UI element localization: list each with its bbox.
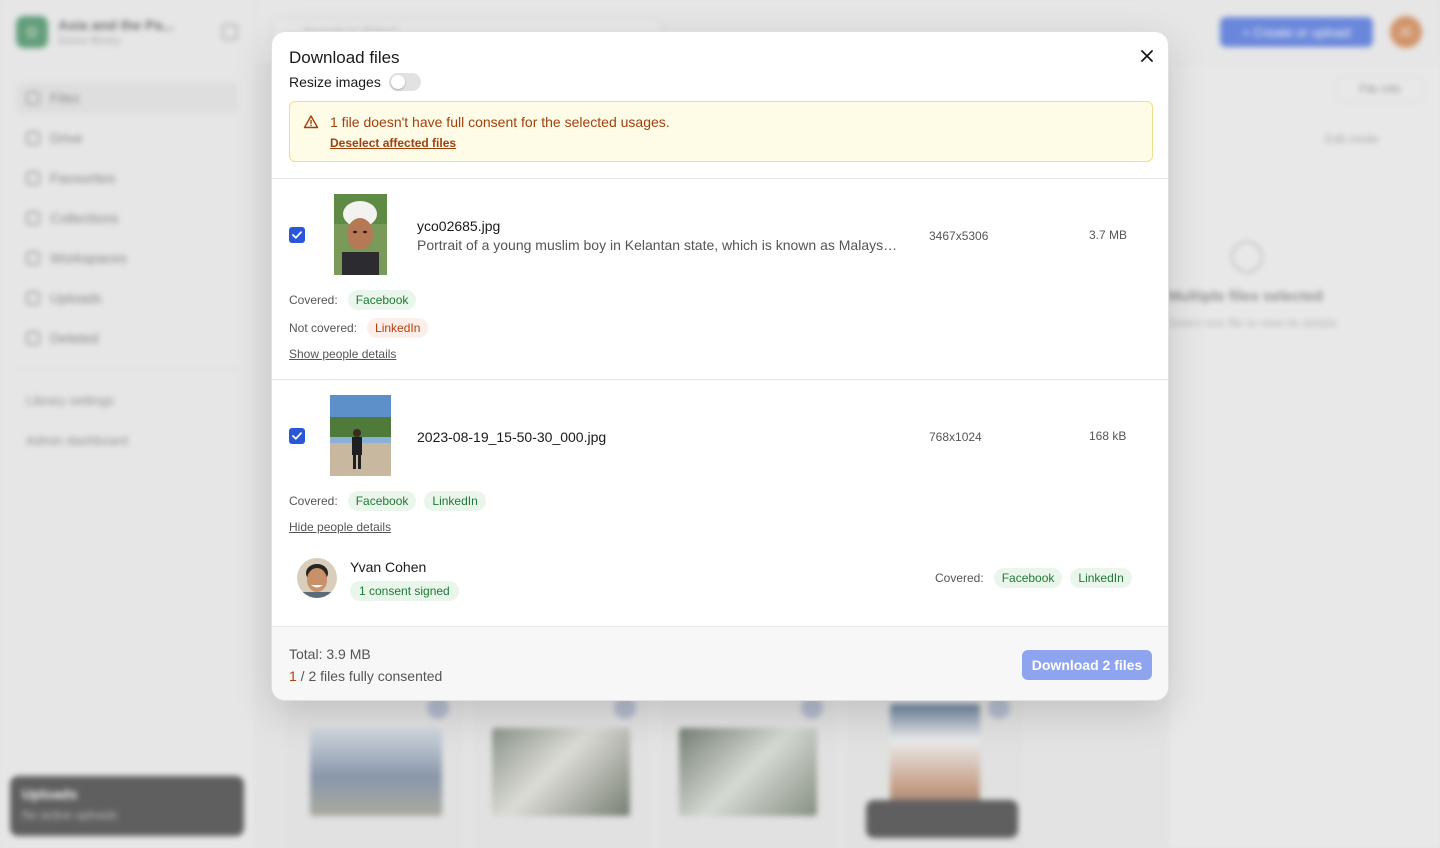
- file-checkbox[interactable]: [289, 227, 305, 243]
- show-people-details-link[interactable]: Show people details: [289, 347, 396, 361]
- section-divider: [272, 178, 1168, 179]
- dialog-title: Download files: [289, 48, 400, 67]
- warning-message: 1 file doesn't have full consent for the…: [330, 114, 670, 130]
- covered-label: Covered:: [935, 571, 984, 585]
- resize-images-label: Resize images: [289, 74, 381, 90]
- download-button[interactable]: Download 2 files: [1022, 650, 1152, 680]
- resize-images-row: Resize images: [289, 73, 421, 91]
- covered-usages: Covered: Facebook: [289, 290, 417, 310]
- section-divider: [272, 379, 1168, 380]
- file-thumbnail: [334, 194, 387, 275]
- dialog-footer: Total: 3.9 MB 1 / 2 files fully consente…: [272, 626, 1168, 700]
- check-icon: [292, 432, 302, 440]
- file-description: Portrait of a young muslim boy in Kelant…: [417, 237, 899, 253]
- usage-tag-facebook: Facebook: [347, 491, 417, 511]
- usage-tag-linkedin: LinkedIn: [424, 491, 486, 511]
- person-name: Yvan Cohen: [350, 559, 427, 575]
- file-dimensions: 3467x5306: [929, 229, 989, 243]
- file-dimensions: 768x1024: [929, 430, 982, 444]
- person-covered-usages: Covered: Facebook LinkedIn: [935, 568, 1132, 588]
- consent-summary: 1 / 2 files fully consented: [289, 668, 442, 684]
- consented-count: 1: [289, 668, 297, 684]
- hide-people-details-link[interactable]: Hide people details: [289, 520, 391, 534]
- resize-images-toggle[interactable]: [388, 73, 421, 91]
- not-covered-label: Not covered:: [289, 321, 358, 335]
- usage-tag-linkedin: LinkedIn: [1070, 568, 1132, 588]
- close-button[interactable]: [1136, 45, 1158, 67]
- check-icon: [292, 231, 302, 239]
- usage-tag-linkedin: LinkedIn: [367, 318, 429, 338]
- download-files-dialog: Download files Resize images 1 file does…: [271, 31, 1169, 701]
- close-icon: [1141, 50, 1153, 62]
- covered-label: Covered:: [289, 494, 338, 508]
- file-name: 2023-08-19_15-50-30_000.jpg: [417, 429, 607, 445]
- warning-triangle-icon: [303, 115, 319, 129]
- total-size: Total: 3.9 MB: [289, 646, 371, 662]
- covered-label: Covered:: [289, 293, 338, 307]
- usage-tag-facebook: Facebook: [993, 568, 1063, 588]
- covered-usages: Covered: Facebook LinkedIn: [289, 491, 486, 511]
- file-thumbnail: [330, 395, 391, 476]
- not-covered-usages: Not covered: LinkedIn: [289, 318, 429, 338]
- file-size: 3.7 MB: [1089, 228, 1128, 242]
- deselect-affected-files-link[interactable]: Deselect affected files: [330, 136, 456, 150]
- person-avatar: [297, 558, 337, 598]
- file-name: yco02685.jpg: [417, 218, 501, 234]
- usage-tag-facebook: Facebook: [347, 290, 417, 310]
- file-checkbox[interactable]: [289, 428, 305, 444]
- toggle-knob: [390, 75, 405, 89]
- consented-text: / 2 files fully consented: [296, 668, 443, 684]
- consent-signed-badge: 1 consent signed: [350, 581, 459, 601]
- file-size: 168 kB: [1089, 429, 1127, 443]
- consent-warning-banner: 1 file doesn't have full consent for the…: [289, 101, 1153, 162]
